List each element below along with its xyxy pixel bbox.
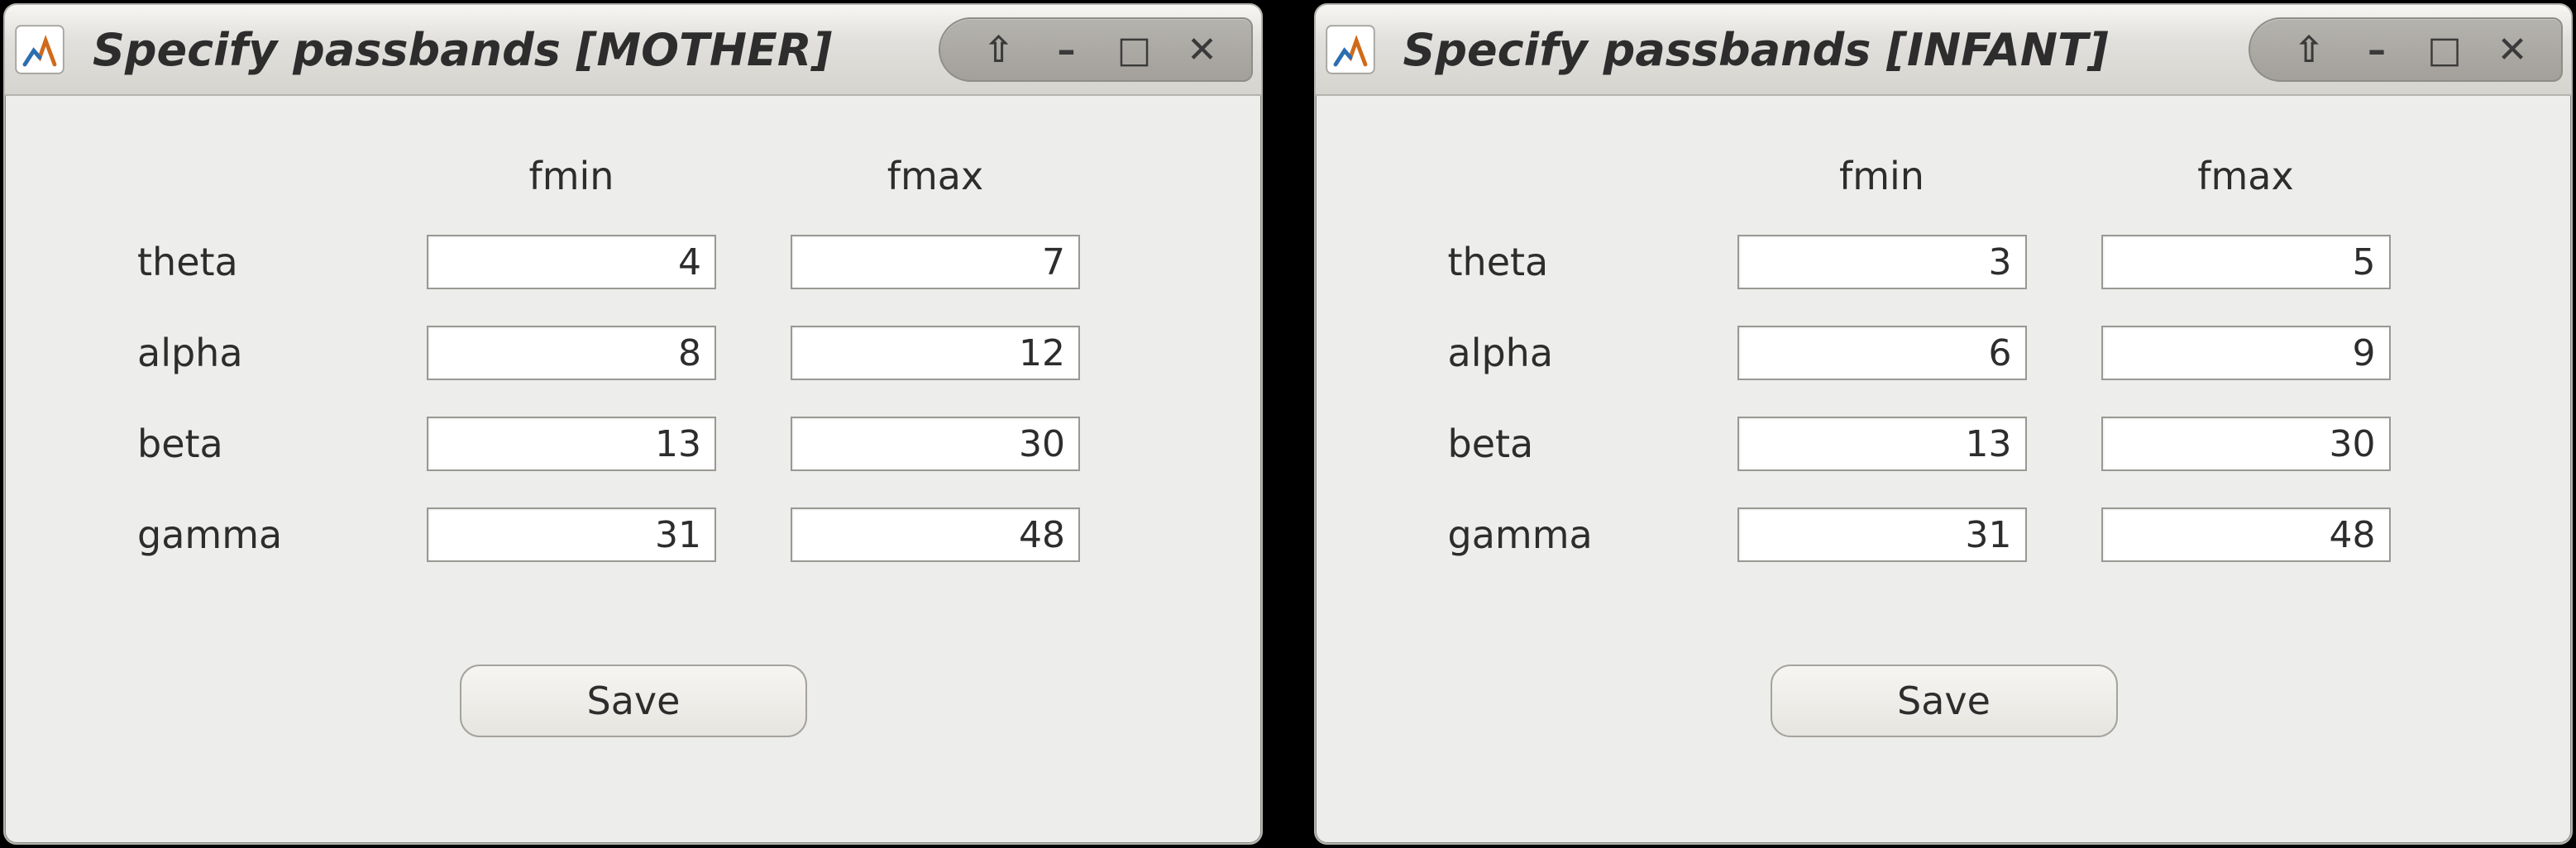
gamma-fmax-input[interactable] bbox=[2101, 507, 2391, 562]
close-icon: ✕ bbox=[2497, 29, 2528, 71]
alpha-fmax-input[interactable] bbox=[791, 326, 1080, 380]
window-infant: Specify passbands [INFANT] ⇧ – □ ✕ fmin … bbox=[1314, 3, 2574, 845]
row-label-gamma: gamma bbox=[137, 512, 427, 557]
titlebar[interactable]: Specify passbands [MOTHER] ⇧ – □ ✕ bbox=[5, 5, 1261, 96]
beta-fmin-input[interactable] bbox=[1737, 417, 2027, 471]
header-fmin: fmin bbox=[1737, 154, 2027, 198]
titlebar[interactable]: Specify passbands [INFANT] ⇧ – □ ✕ bbox=[1316, 5, 2572, 96]
always-on-top-button[interactable]: ⇧ bbox=[965, 21, 1033, 79]
row-label-theta: theta bbox=[1448, 240, 1737, 284]
row-label-theta: theta bbox=[137, 240, 427, 284]
always-on-top-button[interactable]: ⇧ bbox=[2275, 21, 2343, 79]
row-label-beta: beta bbox=[1448, 422, 1737, 466]
beta-fmin-input[interactable] bbox=[427, 417, 716, 471]
row-label-beta: beta bbox=[137, 422, 427, 466]
close-button[interactable]: ✕ bbox=[1169, 21, 1236, 79]
theta-fmin-input[interactable] bbox=[427, 235, 716, 289]
beta-fmax-input[interactable] bbox=[791, 417, 1080, 471]
save-button[interactable]: Save bbox=[460, 665, 807, 737]
row-label-gamma: gamma bbox=[1448, 512, 1737, 557]
maximize-button[interactable]: □ bbox=[2411, 21, 2478, 79]
gamma-fmax-input[interactable] bbox=[791, 507, 1080, 562]
window-title: Specify passbands [MOTHER] bbox=[93, 24, 939, 76]
maximize-icon: □ bbox=[1117, 29, 1152, 71]
beta-fmax-input[interactable] bbox=[2101, 417, 2391, 471]
header-fmax: fmax bbox=[791, 154, 1080, 198]
save-row: Save bbox=[137, 665, 1080, 737]
header-fmax: fmax bbox=[2101, 154, 2391, 198]
row-label-alpha: alpha bbox=[137, 331, 427, 375]
theta-fmax-input[interactable] bbox=[791, 235, 1080, 289]
matlab-icon bbox=[1326, 25, 1375, 74]
header-fmin: fmin bbox=[427, 154, 716, 198]
theta-fmax-input[interactable] bbox=[2101, 235, 2391, 289]
save-button[interactable]: Save bbox=[1771, 665, 2118, 737]
maximize-button[interactable]: □ bbox=[1101, 21, 1169, 79]
gamma-fmin-input[interactable] bbox=[1737, 507, 2027, 562]
arrow-up-icon: ⇧ bbox=[983, 29, 1014, 71]
alpha-fmin-input[interactable] bbox=[427, 326, 716, 380]
save-row: Save bbox=[1448, 665, 2391, 737]
window-mother: Specify passbands [MOTHER] ⇧ – □ ✕ fmin … bbox=[3, 3, 1263, 845]
minimize-button[interactable]: – bbox=[2343, 21, 2411, 79]
close-button[interactable]: ✕ bbox=[2478, 21, 2546, 79]
matlab-icon bbox=[15, 25, 65, 74]
minimize-icon: – bbox=[2368, 29, 2386, 71]
arrow-up-icon: ⇧ bbox=[2294, 29, 2325, 71]
row-label-alpha: alpha bbox=[1448, 331, 1737, 375]
alpha-fmin-input[interactable] bbox=[1737, 326, 2027, 380]
gamma-fmin-input[interactable] bbox=[427, 507, 716, 562]
minimize-icon: – bbox=[1058, 29, 1076, 71]
window-controls: ⇧ – □ ✕ bbox=[2249, 17, 2563, 82]
maximize-icon: □ bbox=[2427, 29, 2462, 71]
alpha-fmax-input[interactable] bbox=[2101, 326, 2391, 380]
client-area: fmin fmax theta alpha beta gamma Save bbox=[5, 96, 1261, 843]
window-controls: ⇧ – □ ✕ bbox=[939, 17, 1253, 82]
close-icon: ✕ bbox=[1187, 29, 1217, 71]
client-area: fmin fmax theta alpha beta gamma Save bbox=[1316, 96, 2572, 843]
theta-fmin-input[interactable] bbox=[1737, 235, 2027, 289]
minimize-button[interactable]: – bbox=[1033, 21, 1101, 79]
window-title: Specify passbands [INFANT] bbox=[1403, 24, 2249, 76]
